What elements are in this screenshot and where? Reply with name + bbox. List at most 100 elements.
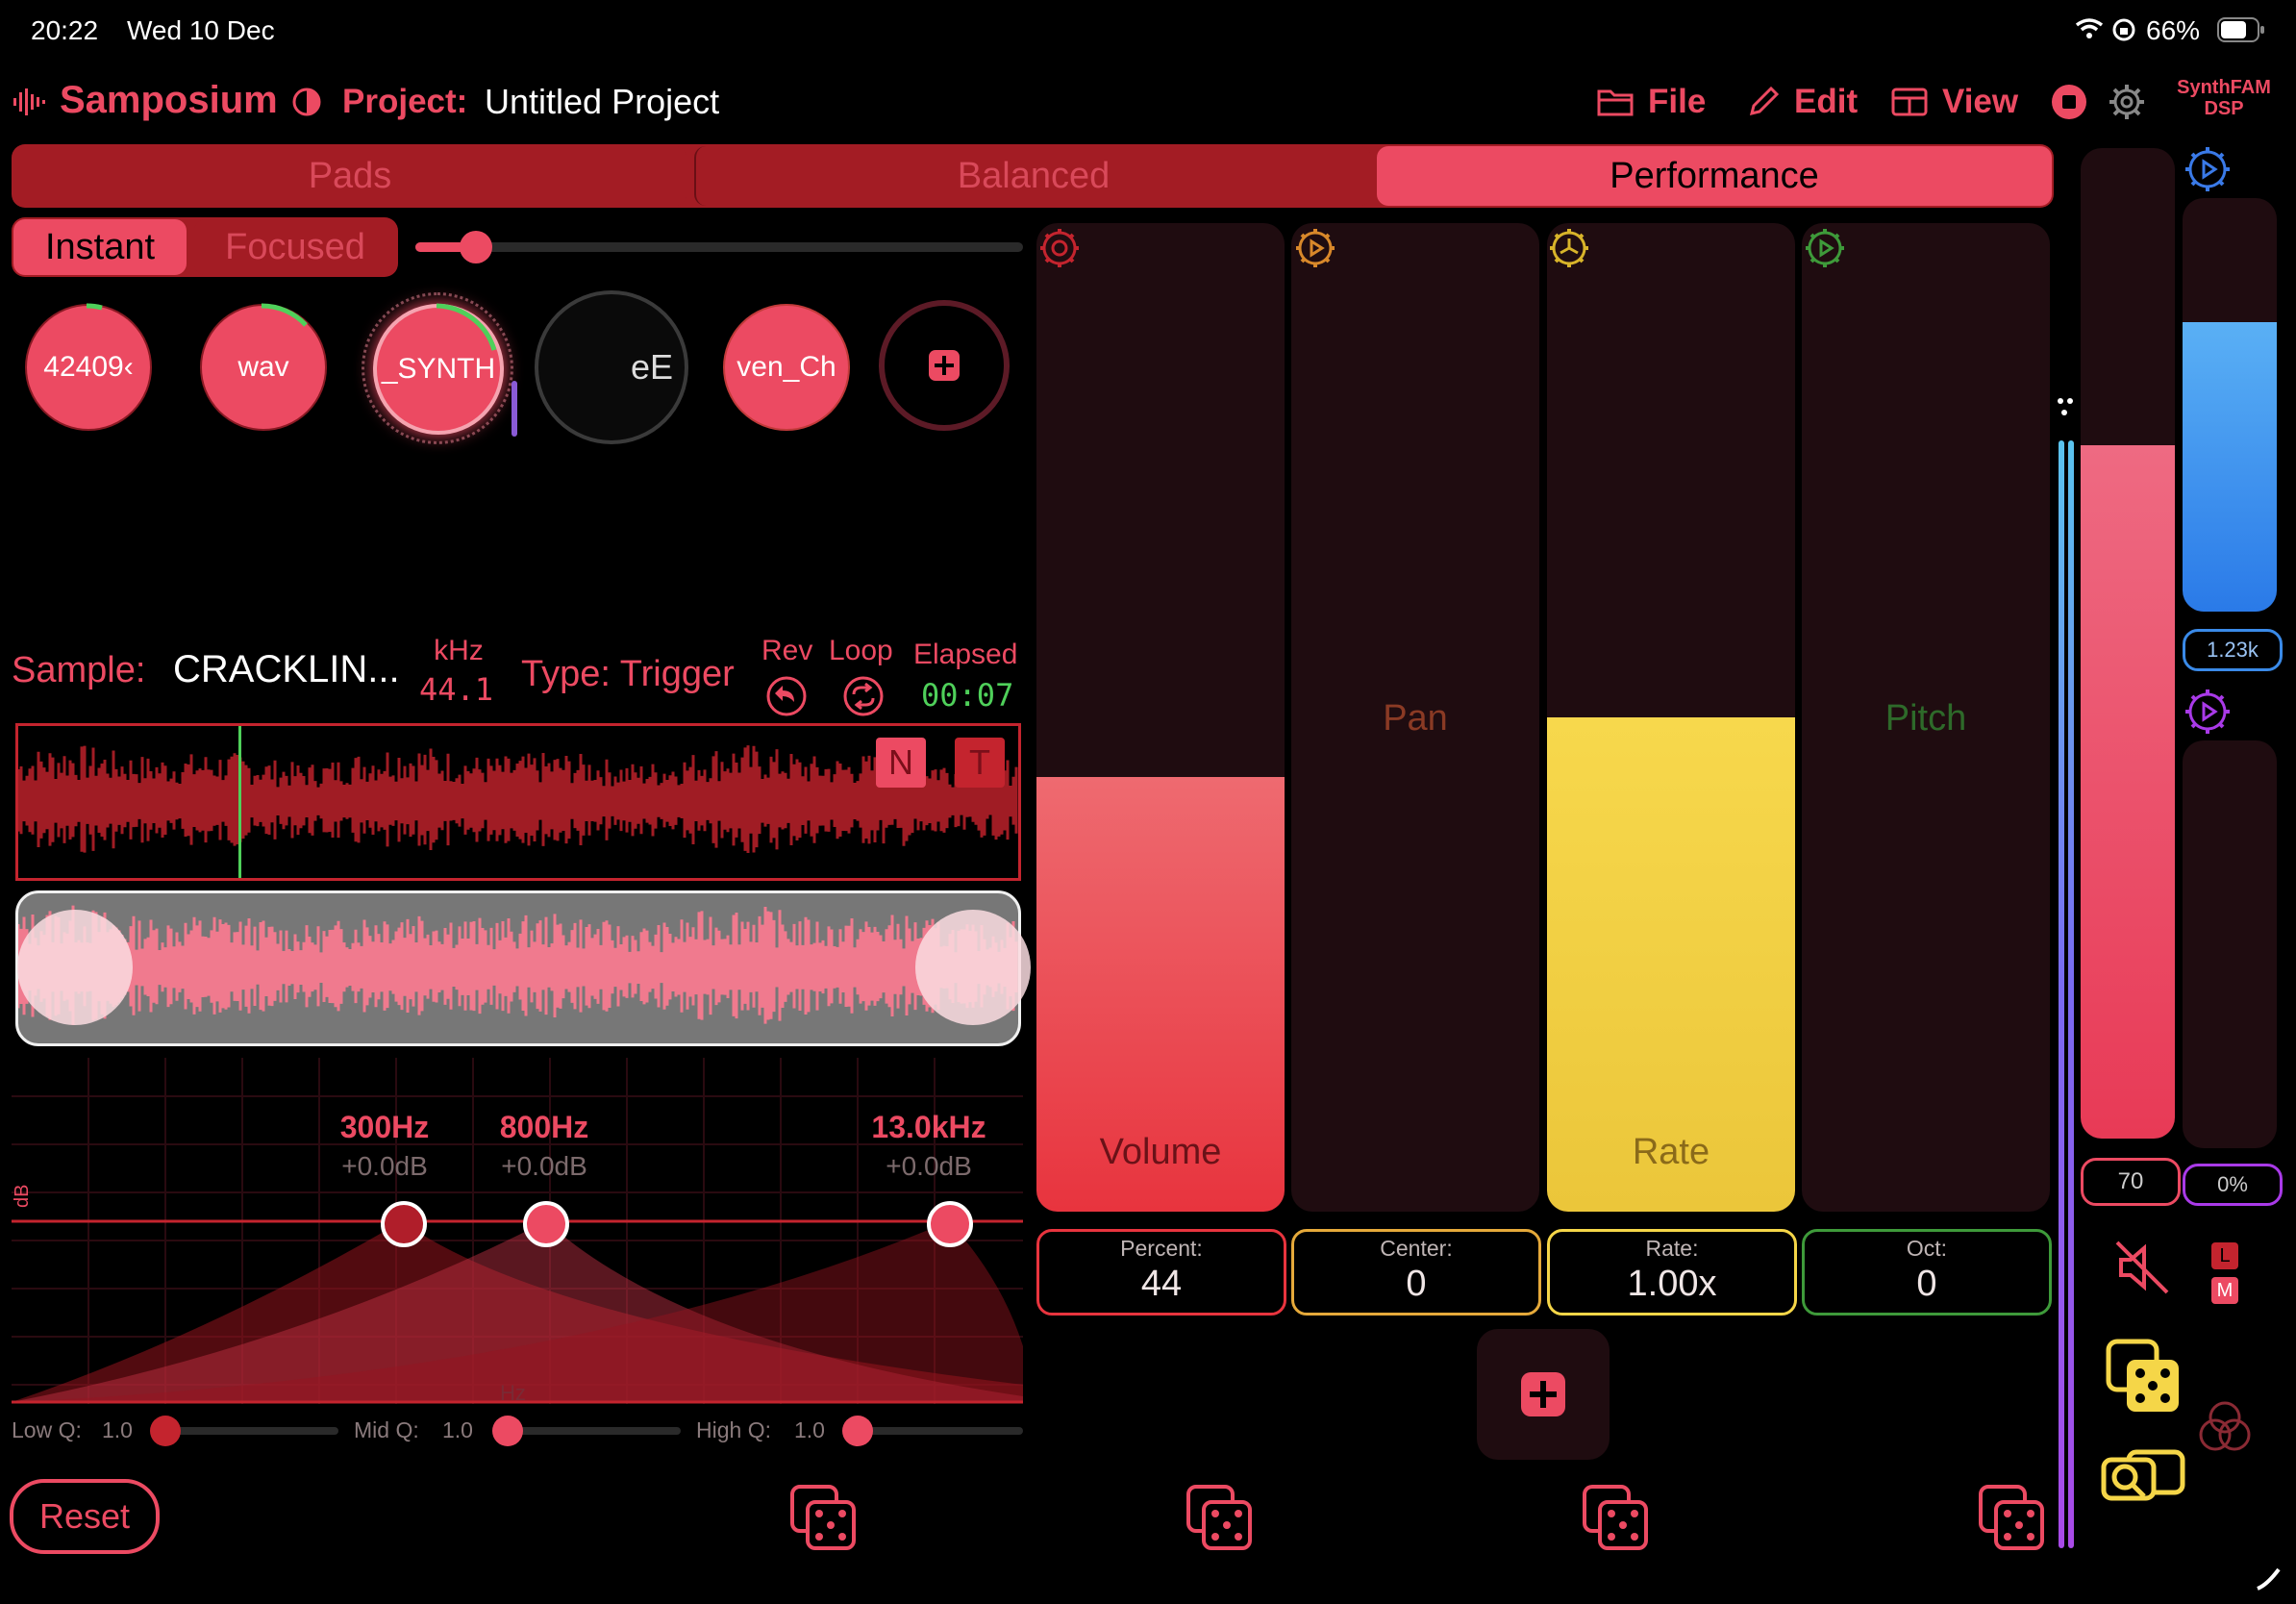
output-meter-left [2059, 440, 2064, 1548]
randomize-volume-dice-icon[interactable] [1186, 1485, 1252, 1550]
eq-band-high-handle[interactable] [927, 1201, 973, 1247]
pitch-value: 0 [1916, 1264, 1937, 1304]
layout-icon [1891, 88, 1928, 116]
low-q-value: 1.0 [102, 1417, 133, 1442]
mid-q-slider-thumb[interactable] [492, 1416, 523, 1446]
eq-band-high-gain: +0.0dB [886, 1151, 972, 1181]
eq-band-high-label: 13.0kHz +0.0dB [852, 1110, 1006, 1182]
brand-logo: SynthFAM DSP [2165, 77, 2283, 119]
eq-band-low-label: 300Hz +0.0dB [317, 1110, 452, 1182]
blend-circles-icon[interactable] [2196, 1400, 2254, 1458]
file-menu-button[interactable]: File [1596, 83, 1706, 121]
high-q-slider-track[interactable] [854, 1427, 1023, 1435]
eq-band-mid-handle[interactable] [523, 1201, 569, 1247]
search-chat-icon[interactable] [2100, 1446, 2188, 1516]
filter-cutoff-slider[interactable] [2183, 198, 2277, 612]
rate-value-box[interactable]: Rate: 1.00x [1547, 1229, 1797, 1316]
project-name[interactable]: Untitled Project [485, 82, 719, 122]
focused-mode-button[interactable]: Focused [194, 219, 396, 275]
loop-label: Loop [829, 635, 893, 666]
elapsed-label: Elapsed [913, 639, 1018, 670]
instant-mode-button[interactable]: Instant [13, 219, 187, 275]
drag-handle-dot-3 [2061, 410, 2067, 415]
pan-modulator-icon[interactable] [1294, 227, 1336, 269]
volume-modulator-icon[interactable] [1038, 227, 1081, 269]
pad-knob-2-progress [261, 303, 308, 327]
pencil-icon [1749, 86, 1780, 116]
high-q-slider-thumb[interactable] [842, 1416, 873, 1446]
eq-band-low-gain: +0.0dB [341, 1151, 428, 1181]
randomize-all-dice-icon[interactable] [2106, 1339, 2183, 1416]
normalize-button[interactable]: N [876, 738, 926, 788]
effect-mix-value[interactable]: 0% [2183, 1164, 2283, 1206]
selection-start-handle[interactable] [17, 910, 133, 1025]
mute-speaker-icon[interactable] [2111, 1237, 2173, 1298]
master-gain-value[interactable]: 70 [2081, 1158, 2181, 1206]
lock-button[interactable]: L [2211, 1242, 2238, 1269]
sample-name[interactable]: CRACKLIN... [173, 648, 400, 691]
tab-balanced[interactable]: Balanced [694, 146, 1371, 206]
mid-q-slider-track[interactable] [504, 1427, 681, 1435]
pan-value-key: Center: [1380, 1236, 1453, 1261]
rate-value-key: Rate: [1645, 1236, 1699, 1261]
mode-slider-thumb[interactable] [460, 231, 493, 263]
edit-menu-button[interactable]: Edit [1746, 83, 1858, 121]
playhead[interactable] [237, 726, 241, 878]
sample-label: Sample: [12, 650, 146, 690]
status-date: Wed 10 Dec [127, 15, 275, 45]
rate-modulator-icon[interactable] [1548, 227, 1590, 269]
pan-value-box[interactable]: Center: 0 [1291, 1229, 1541, 1316]
mode-slider-track[interactable] [415, 242, 1023, 252]
filter-modulator-icon[interactable] [2183, 144, 2233, 194]
pencil-corner-icon[interactable] [2254, 1564, 2283, 1592]
pitch-value-box[interactable]: Oct: 0 [1802, 1229, 2052, 1316]
randomize-pitch-dice-icon[interactable] [1979, 1485, 2044, 1550]
pad-knob-4[interactable]: eE [535, 290, 688, 444]
pitch-value-key: Oct: [1906, 1236, 1948, 1261]
high-q-label: High Q: [696, 1417, 771, 1442]
filter-cutoff-value[interactable]: 1.23k [2183, 629, 2283, 671]
waveform-overview[interactable]: N T [15, 723, 1021, 881]
pitch-modulator-icon[interactable] [1804, 227, 1846, 269]
mid-q-label: Mid Q: [354, 1417, 419, 1442]
reset-button[interactable]: Reset [10, 1479, 160, 1554]
pad-knob-5[interactable]: ven_Ch [723, 304, 850, 431]
theme-toggle-icon[interactable] [291, 87, 322, 117]
view-menu-label: View [1942, 83, 2019, 120]
volume-column[interactable]: Volume [1036, 223, 1285, 1212]
low-q-slider-track[interactable] [162, 1427, 338, 1435]
add-pad-button[interactable] [879, 300, 1010, 431]
pan-value: 0 [1406, 1264, 1427, 1304]
low-q-slider-thumb[interactable] [150, 1416, 181, 1446]
status-time: 20:22 [31, 15, 99, 45]
add-control-button[interactable] [1477, 1329, 1610, 1460]
battery-icon [2217, 17, 2265, 42]
settings-gear-icon[interactable] [2108, 83, 2146, 121]
filter-cutoff-fill [2183, 322, 2277, 612]
randomize-eq-dice-icon[interactable] [790, 1485, 856, 1550]
rate-column[interactable]: Rate [1547, 223, 1795, 1212]
reverse-icon[interactable] [765, 675, 808, 717]
eq-band-mid-gain: +0.0dB [501, 1151, 587, 1181]
khz-label: kHz [434, 635, 484, 666]
view-menu-button[interactable]: View [1890, 83, 2018, 121]
mid-q-value: 1.0 [442, 1417, 473, 1442]
master-gain-slider[interactable] [2081, 148, 2175, 1139]
mono-button[interactable]: M [2211, 1277, 2238, 1304]
sample-type[interactable]: Type: Trigger [521, 654, 735, 695]
eq-band-high-freq: 13.0kHz [871, 1110, 986, 1144]
selection-end-handle[interactable] [915, 910, 1031, 1025]
randomize-rate-dice-icon[interactable] [1583, 1485, 1648, 1550]
loop-icon[interactable] [842, 675, 885, 717]
eq-band-low-handle[interactable] [381, 1201, 427, 1247]
effect-mix-slider[interactable] [2183, 740, 2277, 1148]
waveform-selection[interactable] [15, 890, 1021, 1046]
volume-value-box[interactable]: Percent: 44 [1036, 1229, 1286, 1316]
tab-performance[interactable]: Performance [1377, 146, 2052, 206]
tab-pads[interactable]: Pads [13, 146, 686, 206]
trim-button[interactable]: T [955, 738, 1005, 788]
stop-record-icon[interactable] [2050, 83, 2088, 121]
pitch-column[interactable]: Pitch [1802, 223, 2050, 1212]
effect-modulator-icon[interactable] [2183, 687, 2233, 737]
pan-column[interactable]: Pan [1291, 223, 1539, 1212]
